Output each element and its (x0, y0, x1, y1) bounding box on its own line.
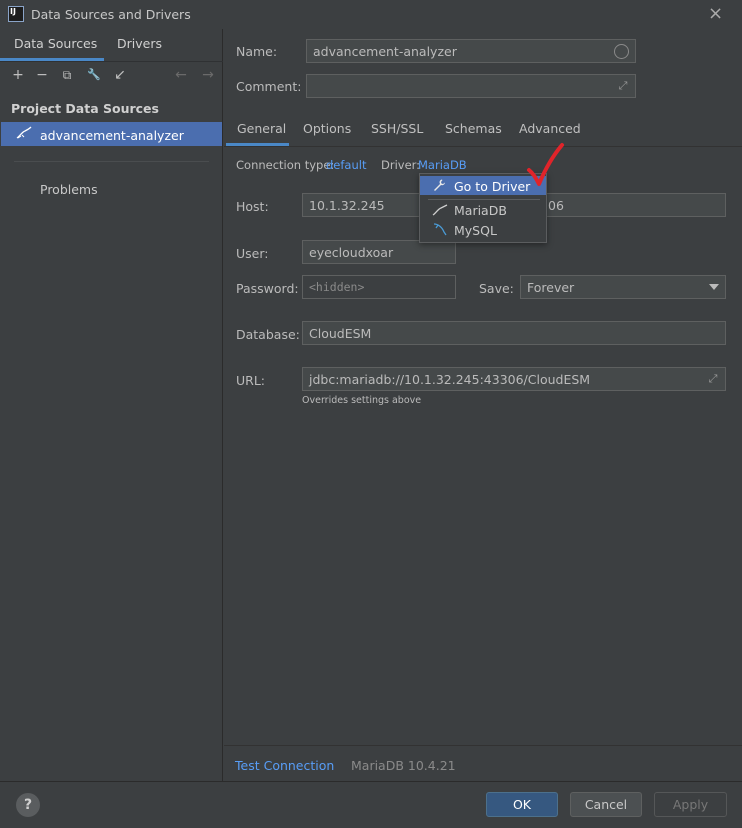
tab-separator (0, 61, 223, 62)
popup-item-mysql[interactable]: MySQL (454, 223, 497, 238)
close-icon[interactable]: × (708, 3, 723, 24)
connection-type-label: Connection type: (236, 158, 335, 172)
user-field[interactable]: eyecloudxoar (302, 240, 456, 264)
tabs-separator (224, 146, 742, 147)
mariadb-icon (16, 126, 32, 139)
color-circle-icon[interactable] (614, 44, 629, 59)
help-button[interactable]: ? (16, 793, 40, 817)
tab-ssh-ssl[interactable]: SSH/SSL (371, 121, 423, 136)
popup-separator (428, 199, 540, 200)
intellij-app-icon (8, 6, 24, 22)
popup-item-mariadb[interactable]: MariaDB (454, 203, 507, 218)
window-title: Data Sources and Drivers (31, 7, 191, 22)
tab-options[interactable]: Options (303, 121, 351, 136)
password-label: Password: (236, 281, 299, 296)
connection-type-link[interactable]: default (326, 158, 366, 172)
driver-link[interactable]: MariaDB (418, 158, 467, 172)
name-label: Name: (236, 44, 278, 59)
remove-icon[interactable]: − (33, 66, 51, 84)
data-source-label: advancement-analyzer (40, 128, 184, 143)
red-checkmark-annotation (527, 143, 564, 186)
user-label: User: (236, 246, 269, 261)
project-data-sources-heading: Project Data Sources (11, 101, 159, 116)
database-field[interactable]: CloudESM (302, 321, 726, 345)
apply-button[interactable]: Apply (654, 792, 727, 817)
tab-drivers[interactable]: Drivers (117, 36, 162, 51)
tab-data-sources[interactable]: Data Sources (14, 36, 97, 51)
popup-item-label: Go to Driver (454, 179, 531, 194)
test-connection-link[interactable]: Test Connection (235, 758, 334, 773)
back-arrow-icon[interactable]: ← (172, 66, 190, 84)
url-field[interactable]: jdbc:mariadb://10.1.32.245:43306/CloudES… (302, 367, 726, 391)
save-select[interactable]: Forever (520, 275, 726, 299)
name-field[interactable]: advancement-analyzer (306, 39, 636, 63)
save-label: Save: (479, 281, 514, 296)
mariadb-icon (432, 204, 448, 216)
add-icon[interactable]: + (9, 66, 27, 84)
chevron-down-icon[interactable] (709, 284, 719, 290)
cancel-button[interactable]: Cancel (570, 792, 642, 817)
expand-icon[interactable]: ⤢ (617, 80, 629, 92)
tab-advanced[interactable]: Advanced (519, 121, 581, 136)
ok-button[interactable]: OK (486, 792, 558, 817)
footer-separator (224, 745, 742, 746)
import-icon[interactable]: ↙ (111, 66, 129, 84)
divider (14, 161, 209, 162)
wrench-icon (434, 179, 445, 191)
password-field[interactable]: <hidden> (302, 275, 456, 299)
url-label: URL: (236, 373, 266, 388)
url-note: Overrides settings above (302, 395, 422, 406)
comment-label: Comment: (236, 79, 302, 94)
duplicate-icon[interactable]: ⧉ (58, 66, 76, 84)
wrench-icon[interactable]: 🔧 (85, 66, 103, 84)
host-label: Host: (236, 199, 269, 214)
comment-field[interactable] (306, 74, 636, 98)
tab-schemas[interactable]: Schemas (445, 121, 502, 136)
mysql-dolphin-icon (433, 223, 447, 236)
expand-icon[interactable]: ⤢ (707, 373, 719, 385)
database-label: Database: (236, 327, 300, 342)
problems-item[interactable]: Problems (40, 182, 98, 197)
server-version: MariaDB 10.4.21 (351, 758, 456, 773)
port-value-fragment: 06 (548, 198, 564, 213)
tab-general[interactable]: General (237, 121, 286, 136)
forward-arrow-icon[interactable]: → (199, 66, 217, 84)
driver-label: Driver: (381, 158, 421, 172)
